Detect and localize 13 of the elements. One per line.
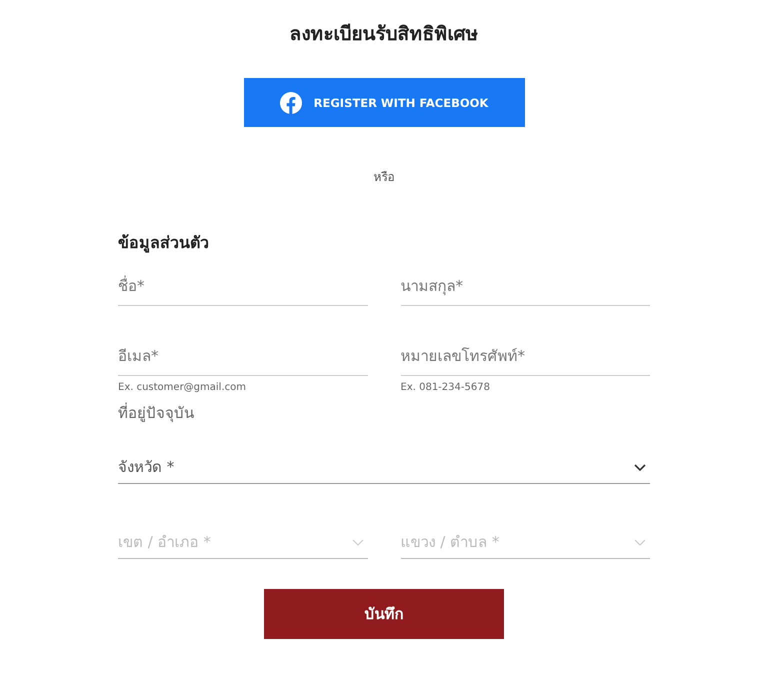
register-facebook-button[interactable]: REGISTER WITH FACEBOOK xyxy=(244,78,524,127)
section-heading: ข้อมูลส่วนตัว xyxy=(118,232,210,255)
chevron-down-icon xyxy=(634,464,646,470)
chevron-down-icon xyxy=(352,538,364,546)
field-hint: Ex. 081-234-5678 xyxy=(400,382,491,393)
address-heading: ที่อยู่ปัจจุบัน xyxy=(118,402,195,424)
save-button[interactable]: บันทึก xyxy=(264,589,504,639)
or-divider-text: หรือ xyxy=(374,169,394,186)
page-title: ลงทะเบียนรับสิทธิพิเศษ xyxy=(290,22,478,47)
chevron-down-icon xyxy=(634,538,646,546)
field-hint: Ex. customer@gmail.com xyxy=(118,382,247,393)
facebook-icon xyxy=(280,92,302,114)
dropdown-field[interactable]: จังหวัด * xyxy=(118,455,650,484)
